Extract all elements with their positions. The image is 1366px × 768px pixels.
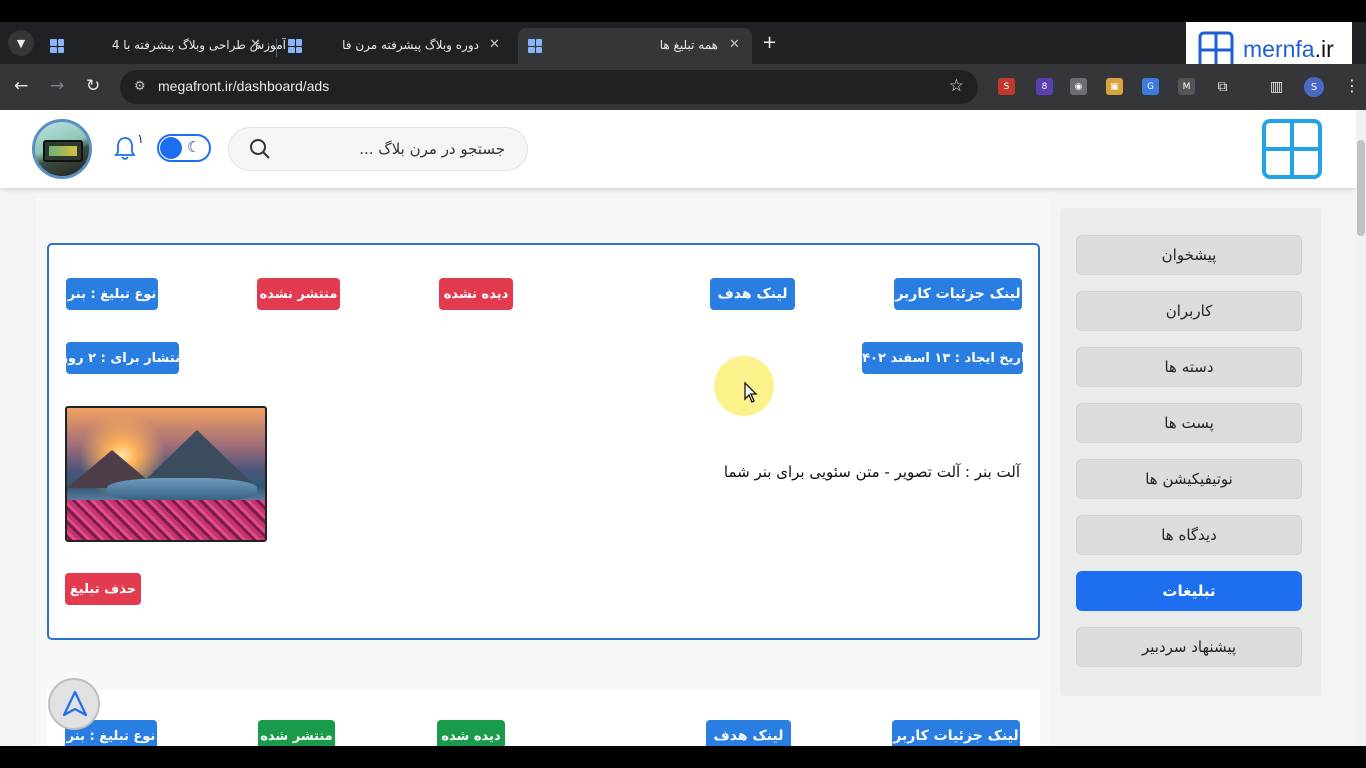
tab-close-icon[interactable]: ✕ — [250, 37, 261, 52]
target-link[interactable]: لینک هدف — [706, 720, 791, 746]
tab-title: همه تبلیغ ها — [659, 38, 718, 52]
address-bar[interactable]: ⚙ megafront.ir/dashboard/ads ☆ — [120, 70, 978, 104]
seen-status-badge: دیده نشده — [439, 278, 513, 310]
sidebar-item-editor-picks[interactable]: پیشنهاد سردبیر — [1076, 627, 1302, 667]
screen-top-border — [0, 0, 1366, 22]
dashboard-sidebar: پیشخوان کاربران دسته ها پست ها نوتیفیکیش… — [1060, 208, 1321, 696]
mouse-cursor-icon — [744, 382, 758, 403]
site-logo-icon[interactable] — [1260, 117, 1324, 181]
dark-mode-toggle[interactable]: ☾ — [157, 134, 211, 162]
extension-badge-icon[interactable]: 8 — [1036, 78, 1053, 95]
scrollbar-thumb[interactable] — [1357, 140, 1365, 236]
tab-close-icon[interactable]: ✕ — [729, 37, 740, 52]
notification-bell-icon[interactable] — [114, 136, 136, 162]
profile-avatar[interactable]: S — [1304, 77, 1324, 97]
scroll-to-top-button[interactable] — [48, 678, 100, 730]
sidebar-item-notifications[interactable]: نوتیفیکیشن ها — [1076, 459, 1302, 499]
notification-count: ۱ — [137, 132, 144, 147]
tab-search-button[interactable]: ▼ — [8, 30, 34, 56]
site-favicon-icon — [50, 39, 64, 53]
sidebar-item-comments[interactable]: دیدگاه ها — [1076, 515, 1302, 555]
reload-icon[interactable]: ↻ — [86, 76, 100, 96]
url-text[interactable]: megafront.ir/dashboard/ads — [158, 78, 329, 94]
created-date-badge: تاریخ ایجاد : ۱۳ اسفند ۱۴۰۲ — [854, 342, 1031, 374]
user-details-link[interactable]: لینک جزئیات کاربر — [894, 278, 1022, 310]
site-favicon-icon — [528, 39, 542, 53]
publish-status-badge: منتشر شده — [258, 720, 335, 746]
search-icon[interactable] — [249, 138, 271, 160]
side-panel-icon[interactable]: ▥ — [1268, 78, 1285, 95]
target-link[interactable]: لینک هدف — [710, 278, 795, 310]
toggle-knob — [160, 137, 182, 159]
page-scrollbar[interactable] — [1356, 110, 1366, 746]
tab-separator — [276, 39, 277, 57]
browser-tab-active[interactable]: همه تبلیغ ها ✕ — [518, 28, 752, 64]
user-details-link[interactable]: لینک جزئیات کاربر — [892, 720, 1020, 746]
ad-card: لینک جزئیات کاربر لینک هدف دیده نشده منت… — [47, 243, 1040, 640]
navigation-arrow-icon — [62, 690, 88, 717]
site-header: ۱ ☾ جستجو در مرن بلاگ ... — [0, 110, 1356, 188]
seen-status-badge: دیده شده — [437, 720, 505, 746]
search-box[interactable]: جستجو در مرن بلاگ ... — [228, 127, 528, 171]
ad-type-badge: نوع تبلیغ : بنر — [66, 278, 158, 310]
back-arrow-icon[interactable]: ← — [14, 76, 28, 96]
search-placeholder[interactable]: جستجو در مرن بلاگ ... — [359, 140, 505, 158]
browser-toolbar: ← → ↻ ⚙ megafront.ir/dashboard/ads ☆ S 8… — [0, 64, 1366, 110]
sidebar-item-users[interactable]: کاربران — [1076, 291, 1302, 331]
browser-tab-1[interactable]: آموزش طراحی وبلاگ پیشرفته با 4 ✕ — [44, 28, 286, 64]
delete-ad-button[interactable]: حذف تبلیغ — [65, 573, 141, 605]
duration-badge: انتشار برای : ۲ روز — [61, 342, 184, 374]
bookmark-star-icon[interactable]: ☆ — [949, 76, 964, 96]
sidebar-item-categories[interactable]: دسته ها — [1076, 347, 1302, 387]
camera-extension-icon[interactable]: ◉ — [1070, 78, 1087, 95]
browser-tabstrip: ▼ آموزش طراحی وبلاگ پیشرفته با 4 ✕ دوره … — [0, 22, 1366, 64]
publish-status-badge: منتشر نشده — [257, 278, 340, 310]
brand-name: mernfa.ir — [1243, 36, 1334, 62]
browser-tab-2[interactable]: دوره وبلاگ پیشرفته مرن فا ✕ — [282, 28, 512, 64]
dashboard-page: ۱ ☾ جستجو در مرن بلاگ ... پیشخوان کاربرا… — [0, 110, 1366, 746]
tab-title: دوره وبلاگ پیشرفته مرن فا — [342, 38, 479, 52]
forward-arrow-icon[interactable]: → — [50, 76, 64, 96]
extensions-puzzle-icon[interactable]: ⧉ — [1214, 78, 1231, 95]
tab-close-icon[interactable]: ✕ — [489, 37, 500, 52]
sidebar-item-dashboard[interactable]: پیشخوان — [1076, 235, 1302, 275]
image-extension-icon[interactable]: ▣ — [1106, 78, 1123, 95]
sidebar-item-ads[interactable]: تبلیغات — [1076, 571, 1302, 611]
ad-banner-image — [65, 406, 267, 542]
sidebar-item-posts[interactable]: پست ها — [1076, 403, 1302, 443]
site-favicon-icon — [288, 39, 302, 53]
extension-s-icon[interactable]: S — [998, 78, 1015, 95]
user-avatar[interactable] — [32, 119, 92, 179]
m-extension-icon[interactable]: M — [1178, 78, 1195, 95]
browser-menu-icon[interactable]: ⋮ — [1344, 76, 1360, 95]
new-tab-button[interactable]: + — [762, 32, 777, 53]
translate-extension-icon[interactable]: G — [1142, 78, 1159, 95]
site-info-icon[interactable]: ⚙ — [134, 79, 146, 94]
ad-card: لینک جزئیات کاربر لینک هدف دیده شده منتش… — [47, 690, 1040, 746]
banner-alt-text: آلت بنر : آلت تصویر - متن سئویی برای بنر… — [723, 463, 1020, 481]
moon-icon: ☾ — [187, 138, 201, 156]
screen-bottom-border — [0, 746, 1366, 768]
